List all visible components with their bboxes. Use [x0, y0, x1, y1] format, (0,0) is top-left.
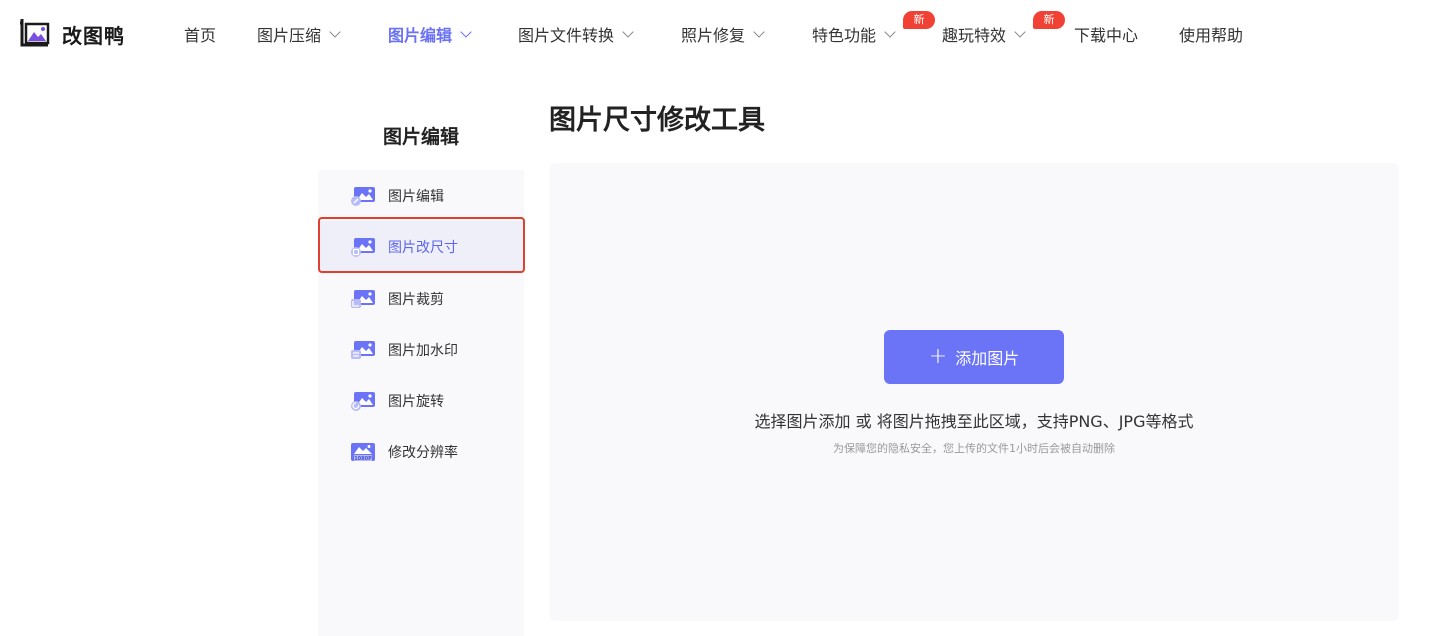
- brand-logo[interactable]: 改图鸭: [18, 17, 125, 51]
- new-badge: 新: [1033, 11, 1065, 29]
- upload-hint: 选择图片添加 或 将图片拖拽至此区域，支持PNG、JPG等格式: [754, 412, 1194, 431]
- nav-image-compress[interactable]: 图片压缩: [257, 23, 341, 45]
- sidebar-item-image-watermark[interactable]: 图片加水印: [318, 324, 524, 376]
- nav-help[interactable]: 使用帮助: [1179, 23, 1243, 45]
- image-rotate-icon: [350, 391, 376, 411]
- new-badge: 新: [903, 11, 935, 29]
- nav-file-convert-label: 图片文件转换: [518, 26, 615, 45]
- logo-icon: [18, 17, 52, 51]
- nav-download-center-label: 下载中心: [1074, 26, 1139, 45]
- nav-special-features[interactable]: 特色功能: [812, 23, 896, 45]
- nav-special-features-label: 特色功能: [812, 26, 877, 45]
- add-image-button-label: 添加图片: [955, 349, 1020, 368]
- sidebar-item-image-edit[interactable]: 图片编辑: [318, 170, 524, 222]
- image-watermark-icon: [350, 340, 376, 360]
- sidebar-item-resolution[interactable]: 1080P 修改分辨率: [318, 426, 524, 478]
- sidebar-item-label: 图片加水印: [388, 343, 458, 359]
- privacy-note: 为保障您的隐私安全，您上传的文件1小时后会被自动删除: [833, 442, 1115, 455]
- chevron-down-icon: [1014, 26, 1026, 38]
- upload-dropzone[interactable]: [549, 163, 1399, 621]
- nav-fun-effects-label: 趣玩特效: [942, 26, 1007, 45]
- sidebar-item-label: 图片编辑: [388, 189, 444, 205]
- chevron-down-icon: [753, 26, 765, 38]
- nav-home-label: 首页: [184, 26, 217, 45]
- nav-image-edit[interactable]: 图片编辑: [388, 23, 472, 45]
- chevron-down-icon: [329, 26, 341, 38]
- sidebar-item-image-rotate[interactable]: 图片旋转: [318, 375, 524, 427]
- nav-image-compress-label: 图片压缩: [257, 26, 322, 45]
- nav-image-edit-label: 图片编辑: [388, 26, 453, 45]
- nav-download-center[interactable]: 下载中心: [1074, 23, 1138, 45]
- nav-home[interactable]: 首页: [184, 23, 216, 45]
- page-title: 图片尺寸修改工具: [549, 105, 765, 136]
- brand-name: 改图鸭: [62, 23, 125, 48]
- chevron-down-icon: [622, 26, 634, 38]
- image-resolution-icon: 1080P: [350, 442, 376, 462]
- sidebar-item-label: 图片裁剪: [388, 292, 444, 308]
- image-edit-icon: [350, 186, 376, 206]
- image-crop-icon: [350, 289, 376, 309]
- chevron-down-icon: [884, 26, 896, 38]
- nav-help-label: 使用帮助: [1179, 26, 1244, 45]
- sidebar-item-label: 图片旋转: [388, 394, 444, 410]
- chevron-down-icon: [460, 26, 472, 38]
- sidebar-item-image-crop[interactable]: 图片裁剪: [318, 273, 524, 325]
- top-navbar: 改图鸭 首页 图片压缩 图片编辑 图片文件转换 照片修复 特色功能 新 趣玩特效: [0, 0, 1440, 68]
- nav-photo-repair-label: 照片修复: [681, 26, 746, 45]
- plus-icon: +: [928, 344, 948, 369]
- nav-file-convert[interactable]: 图片文件转换: [518, 23, 634, 45]
- sidebar-title: 图片编辑: [382, 126, 459, 148]
- nav-fun-effects[interactable]: 趣玩特效: [942, 23, 1026, 45]
- resolution-icon-label: 1080P: [354, 456, 372, 462]
- selection-highlight-box: [318, 217, 525, 273]
- nav-photo-repair[interactable]: 照片修复: [681, 23, 765, 45]
- add-image-button[interactable]: + 添加图片: [884, 330, 1064, 384]
- sidebar-item-label: 修改分辨率: [388, 445, 458, 461]
